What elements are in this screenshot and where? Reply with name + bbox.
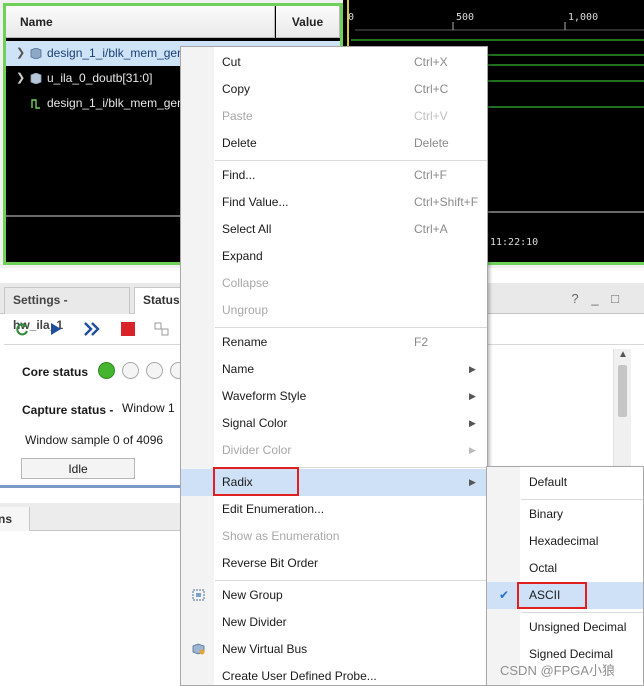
status-led-icon xyxy=(98,362,115,379)
menu-separator xyxy=(521,612,643,613)
menu-separator xyxy=(215,327,487,328)
bus-icon xyxy=(30,48,42,59)
run-trigger-icon[interactable] xyxy=(46,321,66,341)
ruler-tick-label: 0 xyxy=(348,12,355,23)
radix-item-hexadecimal[interactable]: Hexadecimal xyxy=(487,528,643,555)
core-status-label: Core status xyxy=(22,365,89,379)
bottom-tab[interactable]: ns xyxy=(0,507,30,531)
single-bit-signal-icon xyxy=(31,99,40,109)
submenu-arrow-icon: ▶ xyxy=(469,391,476,401)
capture-status-value: Window 1 xyxy=(122,401,175,415)
stop-trigger-icon[interactable] xyxy=(118,321,138,341)
submenu-arrow-icon: ▶ xyxy=(469,445,476,455)
radix-item-octal[interactable]: Octal xyxy=(487,555,643,582)
menu-item-select-all[interactable]: Select All Ctrl+A xyxy=(181,216,487,243)
ascii-highlight-box xyxy=(517,582,587,609)
menu-item-waveform-style[interactable]: Waveform Style ▶ xyxy=(181,383,487,410)
submenu-arrow-icon: ▶ xyxy=(469,477,476,487)
virtual-bus-icon xyxy=(192,643,205,655)
submenu-arrow-icon: ▶ xyxy=(469,364,476,374)
auto-rearm-icon[interactable] xyxy=(12,321,32,341)
scroll-up-icon[interactable]: ▲ xyxy=(618,349,628,360)
menu-item-create-user-defined-probe[interactable]: Create User Defined Probe... xyxy=(181,663,487,686)
value-column-header[interactable]: Value xyxy=(276,6,340,38)
menu-item-ungroup: Ungroup xyxy=(222,303,269,317)
menu-item-show-as-enumeration: Show as Enumeration xyxy=(222,529,340,543)
bus-icon xyxy=(30,73,42,84)
submenu-arrow-icon: ▶ xyxy=(469,418,476,428)
menu-item-copy[interactable]: Copy Ctrl+C xyxy=(181,76,487,103)
minimize-icon[interactable]: _ xyxy=(588,291,602,306)
menu-item-delete[interactable]: Delete Delete xyxy=(181,130,487,157)
menu-item-name[interactable]: Name ▶ xyxy=(181,356,487,383)
timestamp-readout: 11:22:10 xyxy=(490,237,539,248)
radix-highlight-box xyxy=(213,467,299,496)
status-led-icon xyxy=(146,362,163,379)
capture-state-badge: Idle xyxy=(21,458,135,479)
menu-item-cut[interactable]: Cut Ctrl+X xyxy=(181,49,487,76)
radix-item-unsigned-decimal[interactable]: Unsigned Decimal xyxy=(487,614,643,641)
scrollbar-thumb[interactable] xyxy=(618,365,627,417)
window-sample-text: Window sample 0 of 4096 xyxy=(25,433,164,447)
new-group-icon xyxy=(192,589,205,601)
menu-item-edit-enumeration[interactable]: Edit Enumeration... xyxy=(181,496,487,523)
menu-item-new-group[interactable]: New Group xyxy=(181,582,487,609)
menu-item-collapse: Collapse xyxy=(222,276,269,290)
menu-item-find-value[interactable]: Find Value... Ctrl+Shift+F xyxy=(181,189,487,216)
menu-item-rename[interactable]: Rename F2 xyxy=(181,329,487,356)
signal-label: u_ila_0_doutb[31:0] xyxy=(47,71,153,85)
maximize-icon[interactable]: □ xyxy=(608,291,622,306)
menu-item-new-virtual-bus[interactable]: New Virtual Bus xyxy=(181,636,487,663)
menu-item-reverse-bit-order[interactable]: Reverse Bit Order xyxy=(181,550,487,577)
watermark: CSDN @FPGA小狼 xyxy=(500,663,616,678)
vertical-scrollbar[interactable]: ▲ xyxy=(613,349,631,483)
menu-item-divider-color: Divider Color ▶ xyxy=(181,437,487,464)
radix-submenu: Default Binary Hexadecimal Octal ✔ ASCII… xyxy=(486,466,644,686)
expand-chevron-icon[interactable]: ❯ xyxy=(16,41,26,66)
menu-separator xyxy=(521,499,643,500)
context-menu: Cut Ctrl+X Copy Ctrl+C Paste Ctrl+V Delete D… xyxy=(180,46,488,686)
menu-item-expand[interactable]: Expand xyxy=(181,243,487,270)
tab-settings[interactable]: Settings - hw_ila_1 xyxy=(4,287,130,332)
radix-item-default[interactable]: Default xyxy=(487,469,643,496)
checkmark-icon: ✔ xyxy=(499,588,510,602)
menu-item-find[interactable]: Find... Ctrl+F xyxy=(181,162,487,189)
capture-status-label: Capture status - xyxy=(22,403,114,417)
radix-item-binary[interactable]: Binary xyxy=(487,501,643,528)
menu-separator xyxy=(215,160,487,161)
menu-item-new-divider[interactable]: New Divider xyxy=(181,609,487,636)
expand-chevron-icon[interactable]: ❯ xyxy=(16,66,26,91)
menu-item-paste: Paste Ctrl+V xyxy=(222,109,448,123)
name-column-header[interactable]: Name xyxy=(6,6,275,38)
ruler-tick-label: 1,000 xyxy=(568,12,599,23)
run-immediate-icon[interactable] xyxy=(82,321,102,341)
ruler-tick-label: 500 xyxy=(456,12,475,23)
capture-mode-icon[interactable] xyxy=(152,321,172,341)
help-icon[interactable]: ? xyxy=(568,291,582,306)
status-led-icon xyxy=(122,362,139,379)
menu-item-signal-color[interactable]: Signal Color ▶ xyxy=(181,410,487,437)
menu-separator xyxy=(215,580,487,581)
